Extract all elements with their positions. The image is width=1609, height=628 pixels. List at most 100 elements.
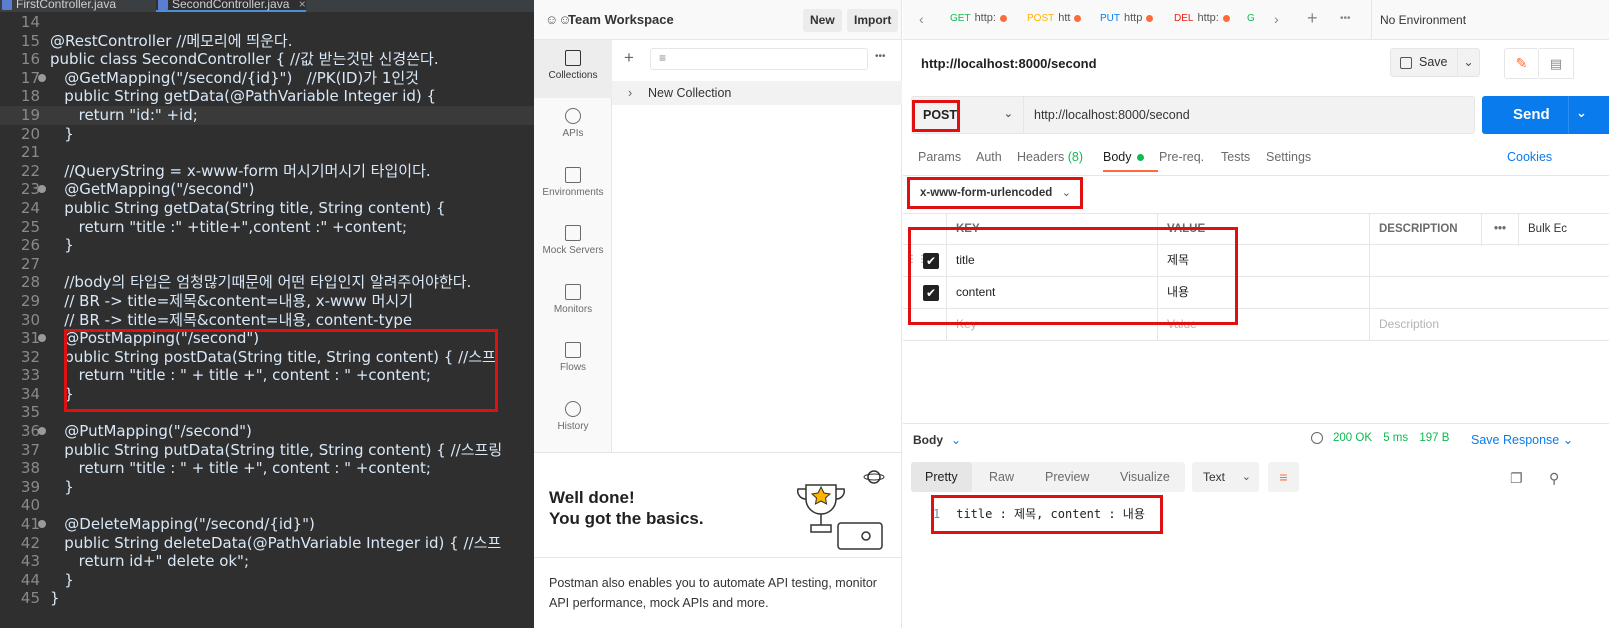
workspace-title[interactable]: Team Workspace bbox=[568, 12, 674, 27]
column-more-icon[interactable]: ••• bbox=[1481, 214, 1518, 246]
more-options-icon[interactable]: ••• bbox=[875, 51, 886, 62]
code-editor[interactable]: FirstController.java SecondController.ja… bbox=[0, 0, 534, 628]
tab-prev-icon[interactable]: ‹ bbox=[919, 11, 924, 27]
code-line: 36 @PutMapping("/second") bbox=[20, 422, 252, 441]
request-tab-put[interactable]: PUT http bbox=[1100, 12, 1166, 28]
sidebar-item-mock-servers[interactable]: Mock Servers bbox=[534, 215, 612, 273]
wrap-lines-icon[interactable]: ≡ bbox=[1268, 462, 1299, 492]
send-button[interactable]: Send ⌄ bbox=[1482, 96, 1609, 134]
tab-more-icon[interactable]: ••• bbox=[1340, 13, 1351, 24]
code-line: 27 bbox=[20, 254, 40, 273]
cookies-link[interactable]: Cookies bbox=[1507, 150, 1552, 164]
java-file-icon bbox=[2, 0, 12, 10]
request-tab-get-2[interactable]: GI bbox=[1247, 12, 1255, 28]
editor-tab-first-controller[interactable]: FirstController.java bbox=[0, 0, 116, 12]
postman-app: ☺☺ Team Workspace New Import Collections… bbox=[534, 0, 1609, 628]
format-selector[interactable]: Text ⌄ bbox=[1192, 462, 1259, 492]
url-input[interactable]: http://localhost:8000/second bbox=[1034, 108, 1190, 122]
code-line: 30 // BR -> title=제목&content=내용, content… bbox=[20, 310, 413, 329]
code-line: 38 return "title : " + title +", content… bbox=[20, 459, 431, 478]
collections-toolbar: + ≡ ••• bbox=[612, 40, 902, 78]
view-preview[interactable]: Preview bbox=[1031, 462, 1103, 492]
sidebar-item-environments[interactable]: Environments bbox=[534, 157, 612, 215]
description-placeholder[interactable]: Description bbox=[1369, 309, 1609, 341]
chevron-down-icon: ⌄ bbox=[1562, 433, 1574, 447]
code-line: 20 } bbox=[20, 124, 74, 143]
new-button[interactable]: New bbox=[803, 9, 842, 32]
response-size[interactable]: 197 B bbox=[1419, 432, 1449, 444]
chevron-down-icon: ⌄ bbox=[951, 433, 962, 447]
fold-marker-icon bbox=[38, 185, 46, 194]
code-line: 28 //body의 타입은 엄청많기때문에 어떤 타입인지 알려주어야한다. bbox=[20, 273, 472, 292]
tab-headers[interactable]: Headers (8) bbox=[1017, 150, 1083, 164]
view-visualize[interactable]: Visualize bbox=[1106, 462, 1184, 492]
tab-params[interactable]: Params bbox=[918, 150, 961, 164]
sidebar-item-apis[interactable]: APIs bbox=[534, 98, 612, 156]
editor-tab-second-controller[interactable]: SecondController.java × bbox=[156, 0, 306, 12]
search-icon[interactable]: ⚲ bbox=[1549, 470, 1559, 487]
tab-settings[interactable]: Settings bbox=[1266, 150, 1311, 164]
mock-server-icon bbox=[565, 225, 581, 241]
tab-tests[interactable]: Tests bbox=[1221, 150, 1250, 164]
close-icon[interactable]: × bbox=[299, 0, 306, 11]
request-tab-get[interactable]: GET http: bbox=[950, 12, 1018, 28]
bulk-edit-link[interactable]: Bulk Ec bbox=[1518, 214, 1609, 246]
description-cell[interactable] bbox=[1369, 277, 1609, 309]
code-line-current: 19 return "id:" +id; bbox=[0, 105, 534, 125]
code-line: 29 // BR -> title=제목&content=내용, x-www 머… bbox=[20, 291, 413, 310]
chevron-down-icon[interactable]: ⌄ bbox=[1576, 94, 1587, 132]
save-button[interactable]: Save ⌄ bbox=[1390, 48, 1480, 77]
add-tab-icon[interactable]: + bbox=[1307, 8, 1318, 29]
chevron-down-icon: ⌄ bbox=[1003, 108, 1013, 120]
highlight-params-box bbox=[908, 227, 1238, 325]
collections-icon bbox=[565, 50, 581, 66]
request-tab-bar: ‹ GEThttp: POSThtt PUThttp DELhttp: GI ›… bbox=[903, 0, 1609, 40]
documentation-icon[interactable]: ▤ bbox=[1539, 48, 1574, 79]
sidebar: Collections APIs Environments Mock Serve… bbox=[534, 40, 612, 452]
sidebar-item-monitors[interactable]: Monitors bbox=[534, 274, 612, 332]
status-badge[interactable]: 200 OK bbox=[1333, 432, 1372, 444]
description-cell[interactable] bbox=[1369, 245, 1609, 277]
request-tab-post[interactable]: POST htt bbox=[1027, 12, 1093, 28]
active-dot-icon bbox=[1136, 154, 1144, 162]
save-icon bbox=[1400, 57, 1412, 69]
unsaved-dot-icon bbox=[1146, 14, 1154, 22]
well-done-title: Well done! You got the basics. bbox=[549, 488, 704, 528]
code-line: 15 @RestController //메모리에 띄운다. bbox=[20, 31, 293, 50]
import-button[interactable]: Import bbox=[847, 9, 899, 32]
code-line: 21 bbox=[20, 143, 40, 162]
divider bbox=[903, 175, 1609, 176]
edit-icon[interactable]: ✎ bbox=[1504, 48, 1539, 79]
highlight-body-type-box bbox=[907, 177, 1083, 209]
collection-item-new-collection[interactable]: › New Collection bbox=[612, 81, 902, 105]
code-line: 42 public String deleteData(@PathVariabl… bbox=[20, 533, 502, 552]
save-response-button[interactable]: Save Response ⌄ bbox=[1471, 432, 1573, 447]
code-line: 39 } bbox=[20, 477, 74, 496]
add-collection-icon[interactable]: + bbox=[624, 48, 634, 68]
tab-body[interactable]: Body bbox=[1103, 150, 1157, 172]
sidebar-item-collections[interactable]: Collections bbox=[534, 40, 612, 98]
tab-prereq[interactable]: Pre-req. bbox=[1159, 150, 1204, 164]
tab-auth[interactable]: Auth bbox=[976, 150, 1002, 164]
code-line: 23 @GetMapping("/second") bbox=[20, 180, 255, 199]
tab-next-icon[interactable]: › bbox=[1274, 11, 1279, 27]
code-line: 37 public String putData(String title, S… bbox=[20, 440, 503, 459]
request-tab-delete[interactable]: DEL http: bbox=[1174, 12, 1240, 28]
chevron-down-icon[interactable]: ⌄ bbox=[1457, 49, 1479, 76]
request-title[interactable]: http://localhost:8000/second bbox=[921, 56, 1097, 71]
divider bbox=[1568, 96, 1569, 134]
environment-selector[interactable]: No Environment bbox=[1380, 13, 1466, 27]
view-raw[interactable]: Raw bbox=[975, 462, 1028, 492]
response-time[interactable]: 5 ms bbox=[1383, 432, 1408, 444]
unsaved-dot-icon bbox=[1074, 14, 1082, 22]
collections-search-input[interactable]: ≡ bbox=[650, 48, 868, 70]
sidebar-item-history[interactable]: History bbox=[534, 391, 612, 449]
copy-icon[interactable]: ❐ bbox=[1510, 470, 1523, 487]
monitor-icon bbox=[565, 284, 581, 300]
fold-marker-icon bbox=[38, 520, 46, 529]
code-line: 43 return id+" delete ok"; bbox=[20, 552, 250, 571]
editor-tab-bar: FirstController.java SecondController.ja… bbox=[0, 0, 534, 12]
view-pretty[interactable]: Pretty bbox=[911, 462, 972, 492]
sidebar-item-flows[interactable]: Flows bbox=[534, 332, 612, 390]
response-body-selector[interactable]: Body ⌄ bbox=[913, 433, 961, 447]
